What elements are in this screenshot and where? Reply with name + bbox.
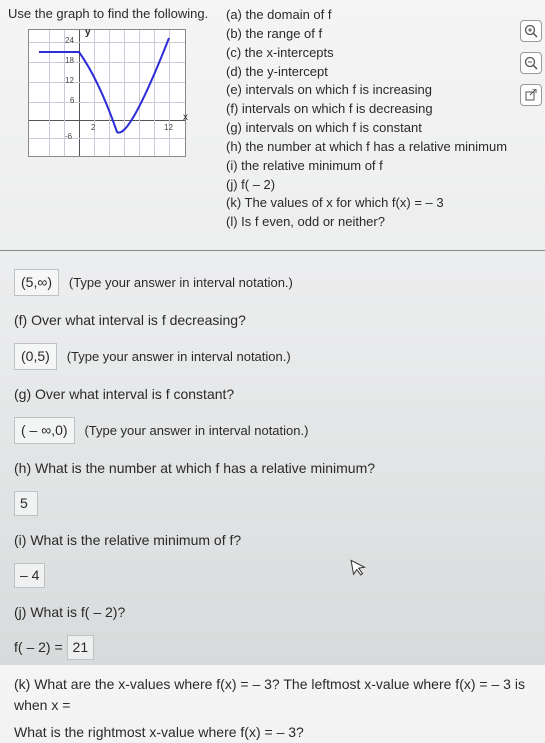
q-b: (b) the range of f <box>226 25 537 44</box>
question-f: (f) Over what interval is f decreasing? <box>14 310 535 331</box>
q-i: (i) the relative minimum of f <box>226 157 537 176</box>
graph-plot: y x 24 18 12 6 -6 2 12 <box>28 29 186 157</box>
hint-e: (Type your answer in interval notation.) <box>69 275 293 290</box>
question-list: (a) the domain of f (b) the range of f (… <box>226 6 537 232</box>
zoom-in-button[interactable] <box>520 20 542 42</box>
q-k: (k) The values of x for which f(x) = – 3 <box>226 194 537 213</box>
answer-j-prefix: f( – 2) = <box>14 639 67 655</box>
q-d: (d) the y-intercept <box>226 63 537 82</box>
q-h: (h) the number at which f has a relative… <box>226 138 537 157</box>
question-k2: What is the rightmost x-value where f(x)… <box>14 722 535 743</box>
answer-h[interactable]: 5 <box>14 491 38 516</box>
question-h: (h) What is the number at which f has a … <box>14 458 535 479</box>
q-e: (e) intervals on which f is increasing <box>226 81 537 100</box>
popout-icon <box>525 89 537 101</box>
q-l: (l) Is f even, odd or neither? <box>226 213 537 232</box>
section-divider <box>0 250 545 251</box>
question-i: (i) What is the relative minimum of f? <box>14 530 535 551</box>
hint-f: (Type your answer in interval notation.) <box>67 349 291 364</box>
zoom-out-button[interactable] <box>520 52 542 74</box>
q-c: (c) the x-intercepts <box>226 44 537 63</box>
function-curve <box>29 30 187 158</box>
question-g: (g) Over what interval is f constant? <box>14 384 535 405</box>
q-j: (j) f( – 2) <box>226 176 537 195</box>
q-g: (g) intervals on which f is constant <box>226 119 537 138</box>
answer-e[interactable]: (5,∞) <box>14 269 59 296</box>
zoom-in-icon <box>524 24 538 38</box>
zoom-out-icon <box>524 56 538 70</box>
answer-f[interactable]: (0,5) <box>14 343 57 370</box>
answer-j[interactable]: 21 <box>67 635 95 660</box>
q-f: (f) intervals on which f is decreasing <box>226 100 537 119</box>
hint-g: (Type your answer in interval notation.) <box>84 423 308 438</box>
question-k: (k) What are the x-values where f(x) = –… <box>14 674 535 716</box>
answer-i[interactable]: – 4 <box>14 563 45 588</box>
question-j: (j) What is f( – 2)? <box>14 602 535 623</box>
popout-button[interactable] <box>520 84 542 106</box>
answer-g[interactable]: ( – ∞,0) <box>14 417 75 444</box>
q-a: (a) the domain of f <box>226 6 537 25</box>
instruction-text: Use the graph to find the following. <box>8 6 218 23</box>
